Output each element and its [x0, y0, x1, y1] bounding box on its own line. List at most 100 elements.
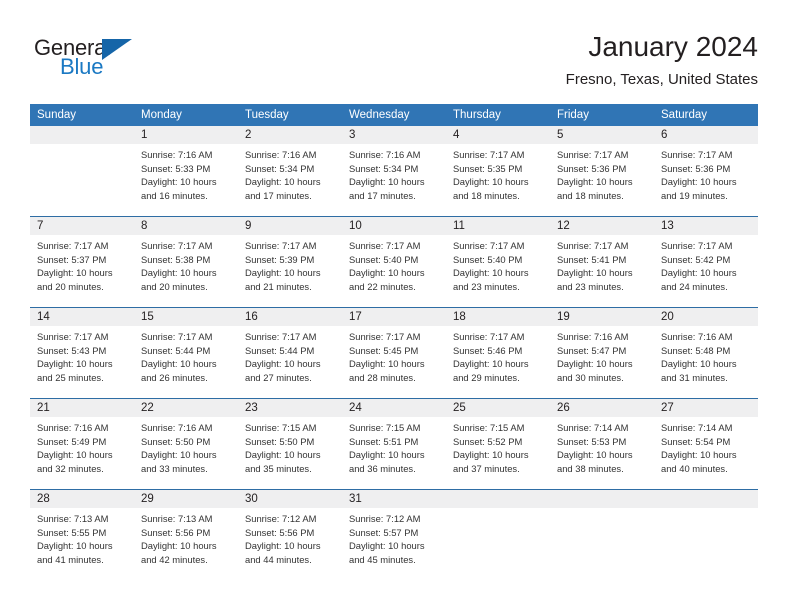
day-cell[interactable]: Sunrise: 7:13 AM Sunset: 5:55 PM Daylight:… — [30, 508, 134, 580]
day-number[interactable]: 1 — [134, 126, 238, 144]
day-detail-line: Daylight: 10 hours — [453, 358, 529, 369]
day-detail-line: Sunset: 5:53 PM — [557, 435, 627, 447]
day-number[interactable]: 6 — [654, 126, 758, 144]
day-cell[interactable]: Sunrise: 7:16 AM Sunset: 5:34 PM Daylight:… — [342, 144, 446, 216]
day-detail-line: Sunrise: 7:17 AM — [557, 149, 629, 160]
day-number[interactable]: 23 — [238, 399, 342, 417]
day-number[interactable]: 26 — [550, 399, 654, 417]
day-cell[interactable]: Sunrise: 7:17 AM Sunset: 5:45 PM Daylight:… — [342, 326, 446, 398]
day-cell[interactable]: Sunrise: 7:15 AM Sunset: 5:52 PM Daylight:… — [446, 417, 550, 489]
day-number[interactable]: 20 — [654, 308, 758, 326]
day-number[interactable]: 13 — [654, 217, 758, 235]
day-number[interactable]: 3 — [342, 126, 446, 144]
day-number[interactable]: 14 — [30, 308, 134, 326]
day-number[interactable]: 28 — [30, 490, 134, 508]
day-number[interactable]: 10 — [342, 217, 446, 235]
day-detail-line: Sunrise: 7:16 AM — [141, 149, 213, 160]
day-cell-empty — [30, 144, 134, 216]
day-cell[interactable]: Sunrise: 7:17 AM Sunset: 5:35 PM Daylight:… — [446, 144, 550, 216]
day-number[interactable]: 29 — [134, 490, 238, 508]
day-detail-line: Sunrise: 7:16 AM — [557, 331, 629, 342]
week-detail-band: Sunrise: 7:17 AM Sunset: 5:37 PM Daylight:… — [30, 235, 758, 307]
day-number[interactable]: 8 — [134, 217, 238, 235]
day-cell[interactable]: Sunrise: 7:15 AM Sunset: 5:50 PM Daylight:… — [238, 417, 342, 489]
day-number[interactable]: 16 — [238, 308, 342, 326]
calendar-page: General Blue January 2024 Fresno, Texas,… — [0, 0, 792, 612]
day-detail-line: Sunrise: 7:17 AM — [245, 331, 317, 342]
day-number[interactable]: 4 — [446, 126, 550, 144]
day-cell[interactable]: Sunrise: 7:17 AM Sunset: 5:38 PM Daylight:… — [134, 235, 238, 307]
day-detail-line: and 22 minutes. — [349, 280, 416, 292]
day-detail-line: Daylight: 10 hours — [37, 540, 113, 551]
day-detail-line: Sunrise: 7:17 AM — [661, 149, 733, 160]
weekday-header-friday: Friday — [557, 109, 589, 121]
day-cell[interactable]: Sunrise: 7:16 AM Sunset: 5:48 PM Daylight:… — [654, 326, 758, 398]
day-cell-empty — [550, 508, 654, 580]
day-number[interactable]: 30 — [238, 490, 342, 508]
day-detail-line: Sunrise: 7:13 AM — [141, 513, 213, 524]
day-detail-line: and 20 minutes. — [141, 280, 208, 292]
day-detail-line: and 19 minutes. — [661, 189, 728, 201]
day-detail-line: and 44 minutes. — [245, 553, 312, 565]
day-number[interactable]: 22 — [134, 399, 238, 417]
day-number[interactable]: 11 — [446, 217, 550, 235]
day-cell[interactable]: Sunrise: 7:17 AM Sunset: 5:39 PM Daylight:… — [238, 235, 342, 307]
day-number[interactable]: 15 — [134, 308, 238, 326]
day-detail-line: Daylight: 10 hours — [661, 449, 737, 460]
day-number[interactable]: 7 — [30, 217, 134, 235]
day-detail-line: and 26 minutes. — [141, 371, 208, 383]
day-cell[interactable]: Sunrise: 7:17 AM Sunset: 5:36 PM Daylight:… — [550, 144, 654, 216]
day-number[interactable]: 17 — [342, 308, 446, 326]
day-cell[interactable]: Sunrise: 7:15 AM Sunset: 5:51 PM Daylight:… — [342, 417, 446, 489]
day-cell[interactable]: Sunrise: 7:12 AM Sunset: 5:56 PM Daylight:… — [238, 508, 342, 580]
day-cell[interactable]: Sunrise: 7:16 AM Sunset: 5:34 PM Daylight:… — [238, 144, 342, 216]
day-number[interactable]: 27 — [654, 399, 758, 417]
day-cell[interactable]: Sunrise: 7:17 AM Sunset: 5:41 PM Daylight:… — [550, 235, 654, 307]
day-cell[interactable]: Sunrise: 7:14 AM Sunset: 5:54 PM Daylight:… — [654, 417, 758, 489]
page-subtitle: Fresno, Texas, United States — [565, 71, 758, 88]
day-detail-line: Daylight: 10 hours — [141, 449, 217, 460]
day-cell[interactable]: Sunrise: 7:16 AM Sunset: 5:33 PM Daylight:… — [134, 144, 238, 216]
day-detail-line: Sunrise: 7:17 AM — [557, 240, 629, 251]
day-detail-line: Daylight: 10 hours — [661, 176, 737, 187]
day-cell[interactable]: Sunrise: 7:14 AM Sunset: 5:53 PM Daylight:… — [550, 417, 654, 489]
day-cell-empty — [446, 508, 550, 580]
day-detail-line: Sunset: 5:43 PM — [37, 344, 107, 356]
day-cell[interactable]: Sunrise: 7:17 AM Sunset: 5:40 PM Daylight:… — [446, 235, 550, 307]
day-cell[interactable]: Sunrise: 7:17 AM Sunset: 5:44 PM Daylight:… — [238, 326, 342, 398]
day-number[interactable]: 2 — [238, 126, 342, 144]
day-number[interactable]: 21 — [30, 399, 134, 417]
day-detail-line: Sunset: 5:48 PM — [661, 344, 731, 356]
day-number[interactable]: 9 — [238, 217, 342, 235]
day-cell[interactable]: Sunrise: 7:16 AM Sunset: 5:47 PM Daylight:… — [550, 326, 654, 398]
day-cell[interactable]: Sunrise: 7:16 AM Sunset: 5:50 PM Daylight:… — [134, 417, 238, 489]
day-number[interactable]: 18 — [446, 308, 550, 326]
day-cell[interactable]: Sunrise: 7:17 AM Sunset: 5:37 PM Daylight:… — [30, 235, 134, 307]
day-cell[interactable]: Sunrise: 7:17 AM Sunset: 5:46 PM Daylight:… — [446, 326, 550, 398]
day-cell[interactable]: Sunrise: 7:17 AM Sunset: 5:44 PM Daylight:… — [134, 326, 238, 398]
day-cell[interactable]: Sunrise: 7:13 AM Sunset: 5:56 PM Daylight:… — [134, 508, 238, 580]
day-cell[interactable]: Sunrise: 7:17 AM Sunset: 5:36 PM Daylight:… — [654, 144, 758, 216]
day-number[interactable]: 12 — [550, 217, 654, 235]
day-detail-line: Daylight: 10 hours — [245, 176, 321, 187]
day-number[interactable]: 24 — [342, 399, 446, 417]
day-detail-line: Sunset: 5:52 PM — [453, 435, 523, 447]
day-cell[interactable]: Sunrise: 7:16 AM Sunset: 5:49 PM Daylight:… — [30, 417, 134, 489]
day-cell[interactable]: Sunrise: 7:17 AM Sunset: 5:42 PM Daylight:… — [654, 235, 758, 307]
calendar-week-row: 7 8 9 10 11 12 13 Sunrise: 7:17 AM Sunset: 5:37 … — [30, 216, 758, 307]
day-detail-line: Daylight: 10 hours — [453, 176, 529, 187]
day-detail-line: Daylight: 10 hours — [245, 449, 321, 460]
day-number[interactable]: 31 — [342, 490, 446, 508]
day-detail-line: Daylight: 10 hours — [349, 267, 425, 278]
day-cell[interactable]: Sunrise: 7:12 AM Sunset: 5:57 PM Daylight:… — [342, 508, 446, 580]
week-detail-band: Sunrise: 7:16 AM Sunset: 5:33 PM Daylight:… — [30, 144, 758, 216]
logo-triangle-icon — [102, 39, 132, 60]
day-detail-line: Sunset: 5:40 PM — [453, 253, 523, 265]
day-number[interactable]: 19 — [550, 308, 654, 326]
general-blue-logo[interactable]: General Blue — [34, 36, 174, 82]
day-cell[interactable]: Sunrise: 7:17 AM Sunset: 5:40 PM Daylight:… — [342, 235, 446, 307]
day-number[interactable]: 5 — [550, 126, 654, 144]
day-cell[interactable]: Sunrise: 7:17 AM Sunset: 5:43 PM Daylight:… — [30, 326, 134, 398]
day-detail-line: and 41 minutes. — [37, 553, 104, 565]
day-number[interactable]: 25 — [446, 399, 550, 417]
